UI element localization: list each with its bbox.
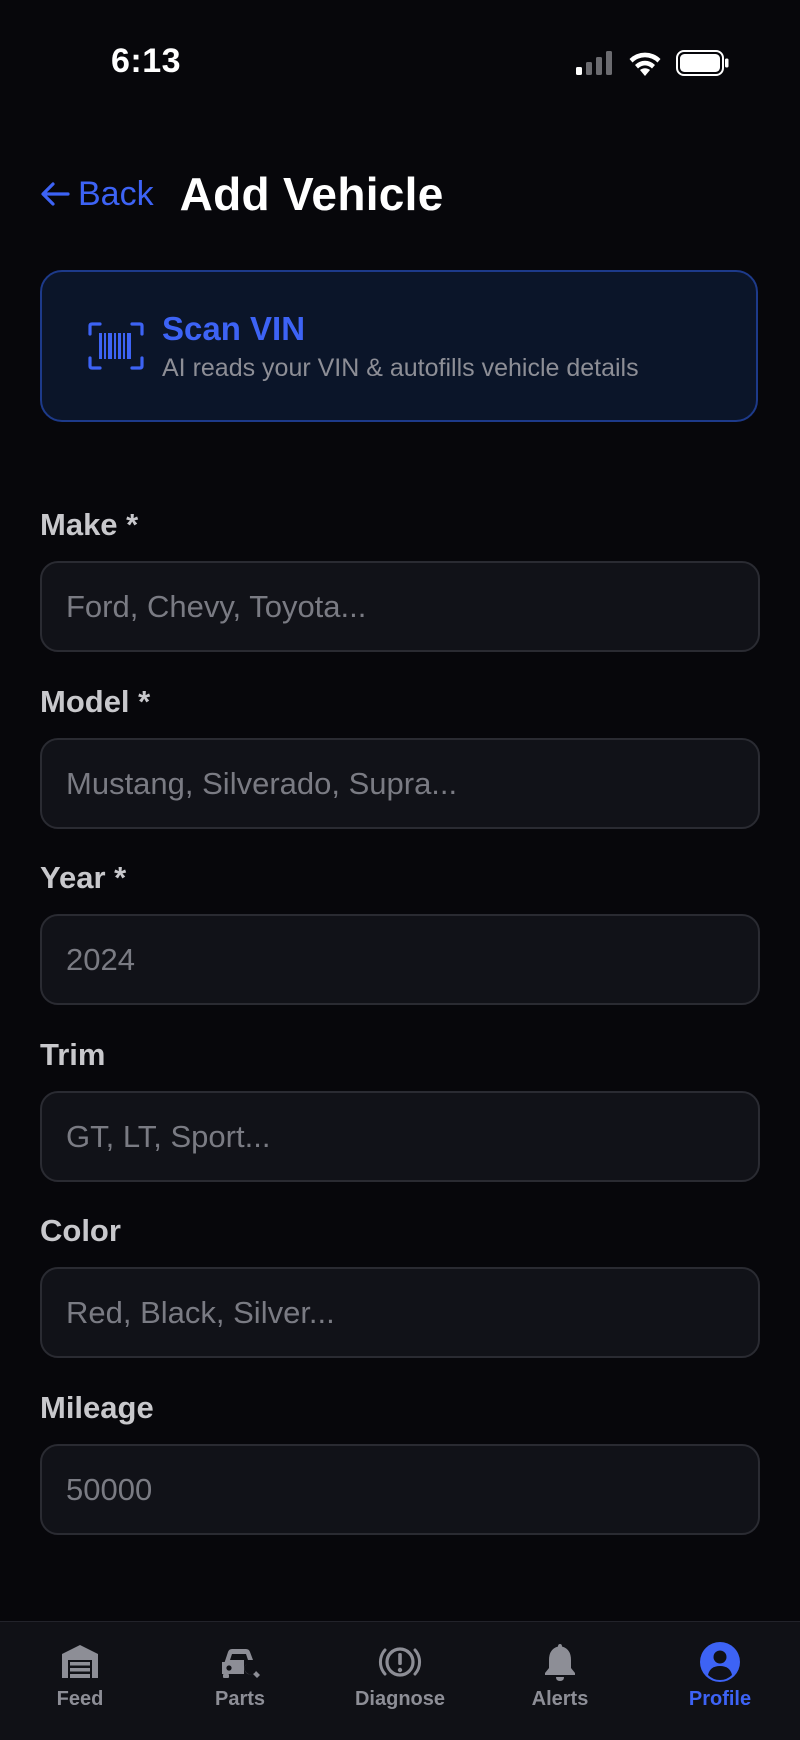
scan-vin-text: Scan VIN AI reads your VIN & autofills v… (162, 310, 639, 383)
bell-icon (545, 1644, 575, 1681)
tab-profile[interactable]: Profile (640, 1622, 800, 1740)
tab-label-parts: Parts (214, 1688, 266, 1710)
tab-label-diagnose: Diagnose (354, 1688, 446, 1710)
scan-vin-button[interactable]: Scan VIN AI reads your VIN & autofills v… (40, 270, 758, 422)
tab-alerts[interactable]: Alerts (480, 1622, 640, 1740)
model-label: Model * (40, 684, 151, 719)
battery-icon (676, 50, 729, 76)
trim-label: Trim (40, 1037, 106, 1072)
tab-label-alerts: Alerts (531, 1688, 589, 1710)
status-bar: 6:13 (0, 0, 800, 130)
arrow-left-icon (41, 182, 70, 206)
color-field-group: Color (40, 1211, 760, 1358)
wifi-icon (629, 52, 661, 76)
garage-icon (62, 1645, 98, 1678)
trim-input[interactable] (40, 1091, 760, 1182)
make-field-group: Make * (40, 505, 760, 652)
back-button[interactable]: Back (40, 175, 154, 214)
tab-label-feed: Feed (56, 1688, 104, 1710)
car-wrench-icon (222, 1649, 260, 1678)
tab-bar: Feed Parts Diagnose Alerts Profile (0, 1621, 800, 1740)
back-label: Back (78, 174, 154, 213)
cellular-signal-icon (576, 51, 612, 75)
header: Back Add Vehicle (40, 168, 444, 220)
color-input[interactable] (40, 1267, 760, 1358)
year-label: Year * (40, 860, 127, 895)
profile-icon (700, 1642, 740, 1682)
year-input[interactable] (40, 914, 760, 1005)
barcode-scan-icon (88, 322, 144, 370)
mileage-input[interactable] (40, 1444, 760, 1535)
status-icons (576, 50, 730, 76)
model-input[interactable] (40, 738, 760, 829)
make-label: Make * (40, 507, 139, 542)
status-time: 6:13 (111, 42, 182, 80)
tab-label-profile: Profile (688, 1688, 752, 1710)
page-title: Add Vehicle (179, 168, 444, 220)
color-label: Color (40, 1213, 121, 1248)
trim-field-group: Trim (40, 1035, 760, 1182)
mileage-field-group: Mileage (40, 1388, 760, 1535)
tab-feed[interactable]: Feed (0, 1622, 160, 1740)
make-input[interactable] (40, 561, 760, 652)
model-field-group: Model * (40, 682, 760, 829)
scan-vin-subtitle: AI reads your VIN & autofills vehicle de… (162, 353, 639, 382)
warning-circle-icon (378, 1647, 422, 1677)
mileage-label: Mileage (40, 1390, 154, 1425)
year-field-group: Year * (40, 858, 760, 1005)
tab-diagnose[interactable]: Diagnose (320, 1622, 480, 1740)
tab-parts[interactable]: Parts (160, 1622, 320, 1740)
scan-vin-title: Scan VIN (162, 309, 306, 347)
